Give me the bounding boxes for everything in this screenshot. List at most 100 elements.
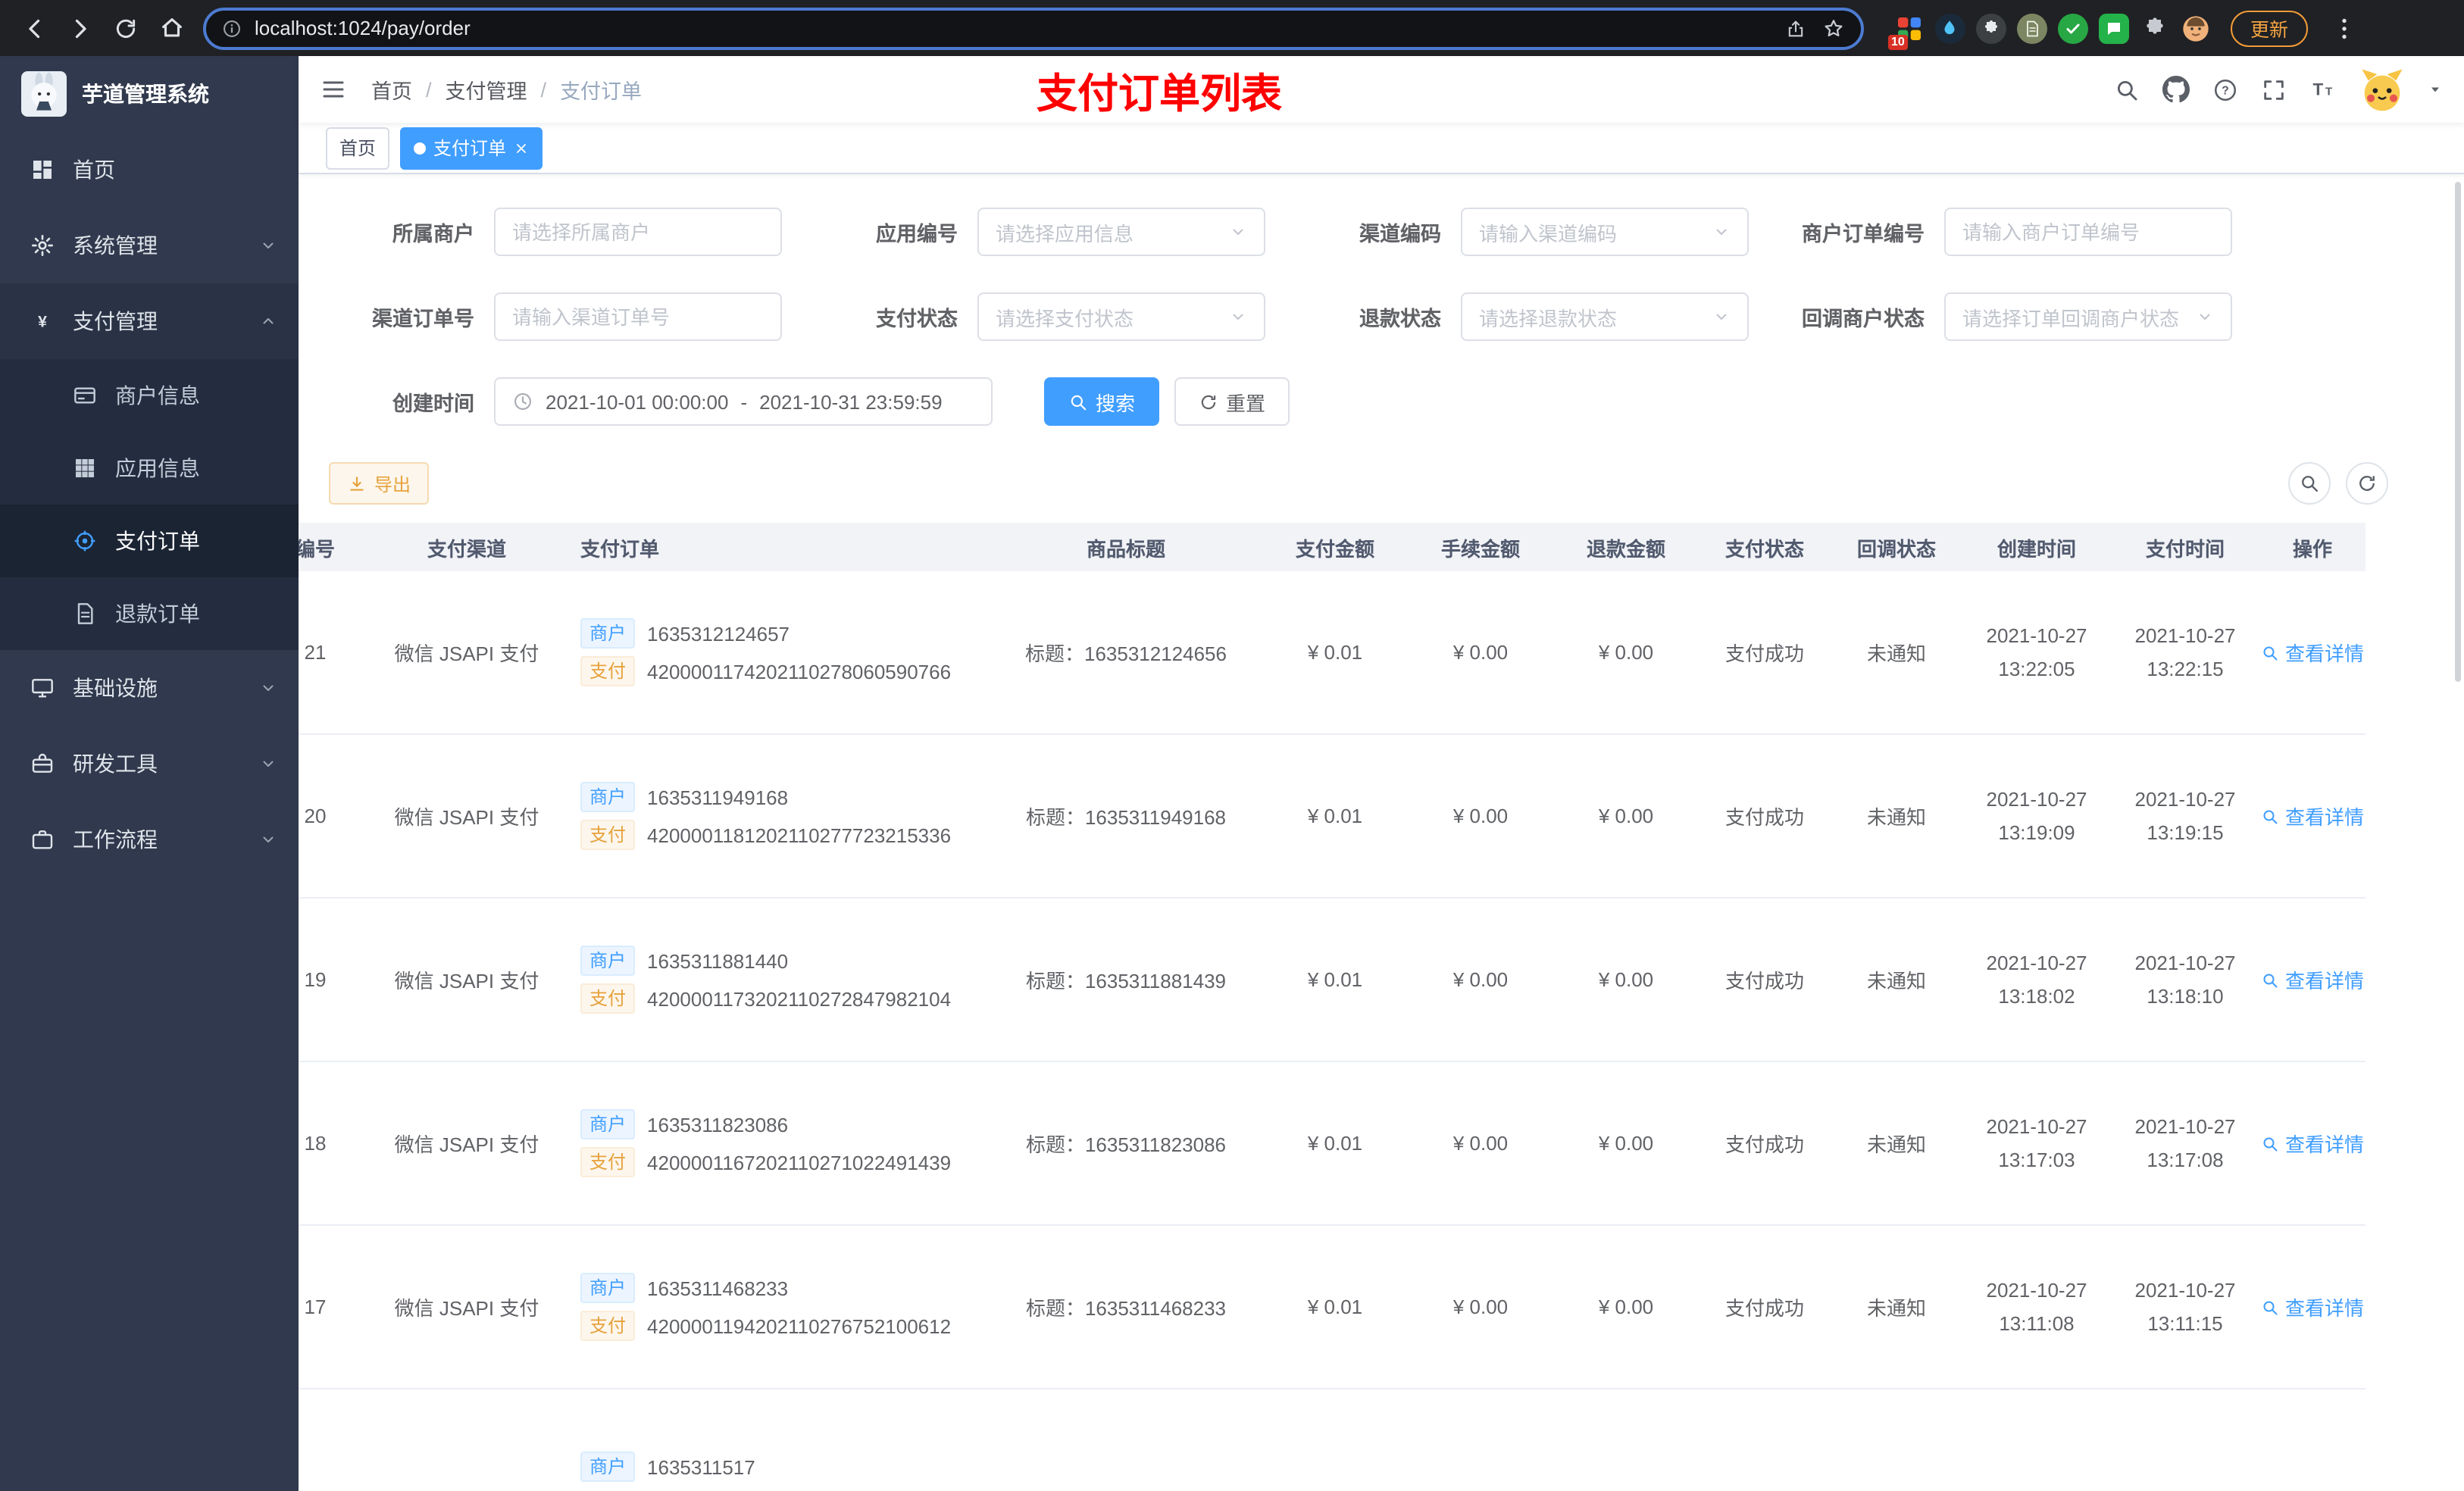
export-button[interactable]: 导出: [329, 462, 430, 505]
refund-status-select[interactable]: 请选择退款状态: [1461, 292, 1749, 341]
app-logo[interactable]: 芋道管理系统: [0, 56, 299, 132]
cell-id: 20: [299, 734, 383, 899]
extension-icon-3[interactable]: [1975, 13, 2006, 43]
app-no-select[interactable]: 请选择应用信息: [977, 208, 1265, 256]
help-icon[interactable]: [2212, 77, 2238, 102]
github-icon[interactable]: [2162, 76, 2190, 103]
orders-table: 编号 支付渠道 支付订单 商品标题 支付金额 手续金额 退款金额 支付状态 回调…: [299, 523, 2366, 1491]
view-detail-link[interactable]: 查看详情: [2261, 1129, 2364, 1158]
screen: localhost:1024/pay/order 10 更新 芋道管理系统 首页…: [0, 0, 2464, 1491]
magnifier-icon: [2261, 643, 2279, 661]
cell-fee: ¥ 0.00: [1408, 1061, 1553, 1226]
cell-pay-time: 2021-10-27 13:19:15: [2111, 734, 2259, 899]
user-avatar[interactable]: [2359, 67, 2405, 112]
chevron-down-icon: [259, 236, 277, 255]
pay-tag: 支付: [580, 1311, 636, 1341]
cell-fee: ¥ 0.00: [1408, 734, 1553, 899]
col-title: 商品标题: [990, 523, 1262, 571]
breadcrumb-payment[interactable]: 支付管理: [446, 74, 527, 105]
cell-amount: ¥ 0.01: [1262, 1225, 1408, 1389]
callback-status-select[interactable]: 请选择订单回调商户状态: [1944, 292, 2232, 341]
cell-pay-time: 2021-10-27 13:22:15: [2111, 571, 2259, 735]
channel-code-select[interactable]: 请输入渠道编码: [1461, 208, 1749, 256]
close-tab-icon[interactable]: [514, 140, 529, 155]
col-pay-order: 支付订单: [550, 523, 990, 571]
sidebar-item-refund-order[interactable]: 退款订单: [0, 577, 299, 650]
search-icon[interactable]: [2114, 77, 2140, 102]
url-text[interactable]: localhost:1024/pay/order: [255, 17, 1785, 39]
sidebar-item-infra[interactable]: 基础设施: [0, 650, 299, 726]
cell-status: 支付成功: [1699, 1225, 1831, 1389]
cell-action: 查看详情: [2259, 1061, 2366, 1226]
pay-tag: 支付: [580, 983, 636, 1014]
merchant-tag: 商户: [580, 618, 636, 649]
browser-forward-icon[interactable]: [58, 5, 103, 51]
font-size-icon[interactable]: [2309, 76, 2337, 103]
col-status: 支付状态: [1699, 523, 1831, 571]
extension-icon-4[interactable]: [2016, 13, 2047, 43]
sidebar-item-payment[interactable]: 支付管理: [0, 283, 299, 359]
sidebar-item-system[interactable]: 系统管理: [0, 208, 299, 283]
share-icon[interactable]: [1785, 17, 1806, 39]
toggle-search-button[interactable]: [2288, 462, 2331, 505]
filter-pay-status: 支付状态 请选择支付状态: [812, 292, 1265, 341]
channel-order-no-input[interactable]: [494, 292, 782, 341]
cell-status: 支付成功: [1699, 1061, 1831, 1226]
cell-action: 查看详情: [2259, 898, 2366, 1062]
extension-icon-6[interactable]: [2098, 13, 2129, 43]
breadcrumb-home[interactable]: 首页: [371, 74, 412, 105]
view-detail-link[interactable]: 查看详情: [2261, 965, 2364, 994]
sidebar-item-merchant-info[interactable]: 商户信息: [0, 359, 299, 432]
user-caret-icon[interactable]: [2428, 82, 2443, 97]
filter-callback-status: 回调商户状态 请选择订单回调商户状态: [1779, 292, 2232, 341]
tab-pay-order[interactable]: 支付订单: [400, 127, 543, 169]
browser-home-icon[interactable]: [149, 5, 194, 51]
sidebar-item-home[interactable]: 首页: [0, 132, 299, 208]
cell-create-time: [1962, 1389, 2111, 1491]
vertical-scrollbar[interactable]: [2455, 182, 2461, 682]
address-bar[interactable]: localhost:1024/pay/order: [203, 7, 1864, 49]
view-detail-link[interactable]: 查看详情: [2261, 1293, 2364, 1321]
bookmark-star-icon[interactable]: [1821, 16, 1846, 40]
sidebar-item-dev-tools[interactable]: 研发工具: [0, 726, 299, 802]
search-button[interactable]: 搜索: [1044, 377, 1160, 426]
tags-view: 首页 支付订单: [299, 123, 2464, 174]
cell-id: 21: [299, 571, 383, 735]
merchant-input[interactable]: [494, 208, 782, 256]
view-detail-link[interactable]: 查看详情: [2261, 638, 2364, 667]
browser-reload-icon[interactable]: [103, 5, 149, 51]
cell-create-time: 2021-10-27 13:18:02: [1962, 898, 2111, 1062]
merchant-order-no-input[interactable]: [1944, 208, 2232, 256]
extensions-puzzle-icon[interactable]: [2140, 13, 2170, 43]
magnifier-icon: [2261, 807, 2279, 825]
browser-back-icon[interactable]: [12, 5, 58, 51]
sidebar-item-workflow[interactable]: 工作流程: [0, 802, 299, 877]
col-create-time: 创建时间: [1962, 523, 2111, 571]
profile-memoji-icon[interactable]: [2181, 13, 2211, 43]
chevron-down-icon: [1712, 223, 1731, 241]
hamburger-icon[interactable]: [320, 76, 347, 103]
fullscreen-icon[interactable]: [2261, 77, 2287, 102]
reset-button[interactable]: 重置: [1174, 377, 1290, 426]
pay-status-select[interactable]: 请选择支付状态: [977, 292, 1265, 341]
extension-icon-1[interactable]: 10: [1887, 13, 1925, 49]
view-detail-link[interactable]: 查看详情: [2261, 802, 2364, 830]
site-info-icon[interactable]: [221, 17, 242, 39]
merchant-tag: 商户: [580, 782, 636, 812]
extension-icon-2[interactable]: [1934, 13, 1965, 43]
sidebar-item-pay-order[interactable]: 支付订单: [0, 505, 299, 577]
table-row: 21 微信 JSAPI 支付 商户 1635312124657 支付 42000…: [299, 571, 2366, 735]
tab-home[interactable]: 首页: [326, 127, 390, 169]
create-time-range[interactable]: 2021-10-01 00:00:00 - 2021-10-31 23:59:5…: [494, 377, 993, 426]
chrome-update-button[interactable]: 更新: [2230, 10, 2308, 46]
cell-channel: 微信 JSAPI 支付: [383, 734, 550, 899]
merchant-no: 1635312124657: [647, 622, 790, 645]
pay-no: 4200001174202110278060590766: [647, 660, 952, 683]
cell-channel: [383, 1389, 550, 1491]
refresh-table-button[interactable]: [2346, 462, 2388, 505]
cell-fee: ¥ 0.00: [1408, 571, 1553, 735]
page-title: 支付订单列表: [1037, 70, 1282, 116]
extension-icon-5[interactable]: [2057, 13, 2088, 43]
browser-menu-icon[interactable]: [2331, 14, 2358, 42]
sidebar-item-app-info[interactable]: 应用信息: [0, 432, 299, 505]
